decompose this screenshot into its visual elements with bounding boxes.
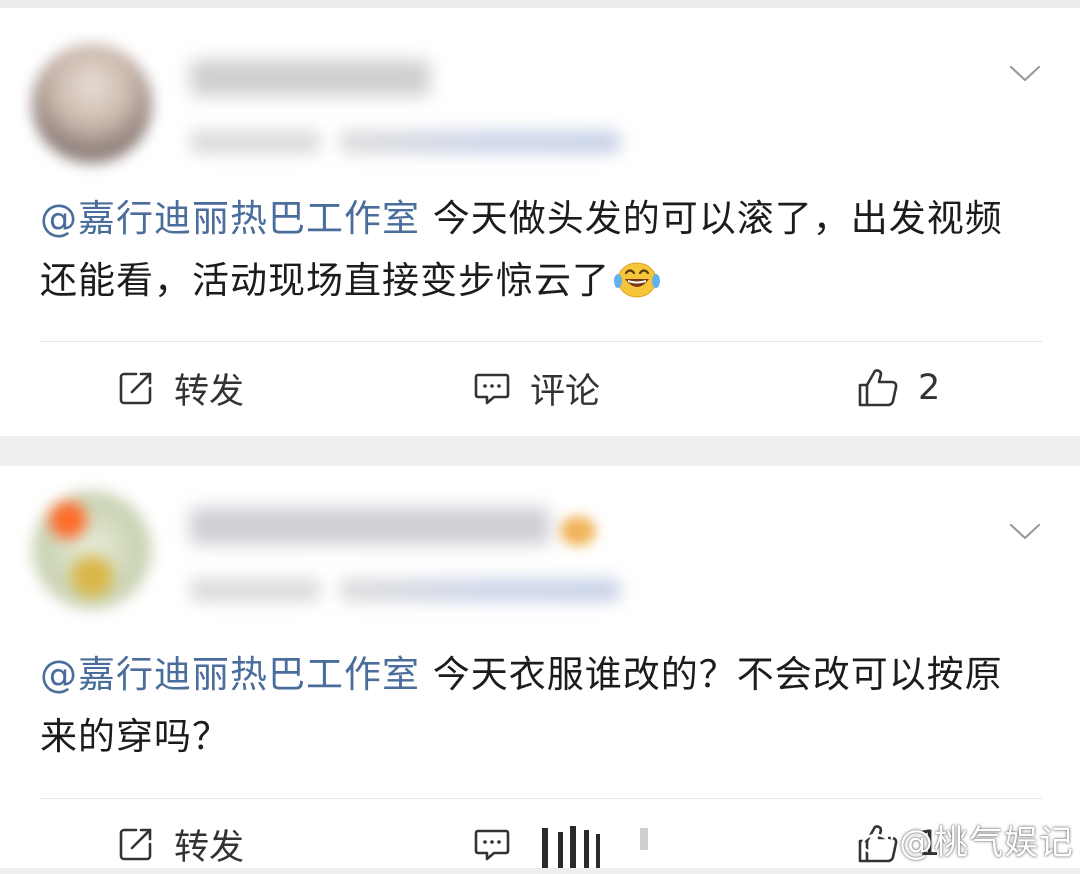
- comment-icon: [474, 829, 510, 861]
- top-separator: [0, 0, 1080, 8]
- watermark: @桃气娱记: [861, 815, 1074, 864]
- comment-text: @嘉行迪丽热巴工作室 今天做头发的可以滚了，出发视频还能看，活动现场直接变步惊云…: [40, 188, 1040, 312]
- mention-link[interactable]: @嘉行迪丽热巴工作室: [40, 197, 420, 240]
- post-time-blurred: [190, 578, 320, 602]
- avatar[interactable]: [32, 44, 152, 164]
- repost-icon: [119, 372, 152, 405]
- repost-icon: [119, 828, 152, 861]
- chevron-down-icon[interactable]: [1008, 56, 1042, 90]
- divider: [40, 798, 1042, 799]
- weibo-logo-icon: [861, 827, 894, 854]
- repost-button[interactable]: 转发: [116, 358, 244, 418]
- comment-text: @嘉行迪丽热巴工作室 今天衣服谁改的？不会改可以按原来的穿吗？: [40, 644, 1040, 768]
- post-source-blurred: [340, 130, 620, 154]
- repost-label: 转发: [174, 371, 245, 412]
- thumbs-up-icon: [858, 369, 898, 407]
- like-count: 2: [918, 368, 941, 408]
- laughing-tears-emoji-icon: [614, 262, 660, 298]
- author-badge-icon: [560, 516, 596, 546]
- mention-link[interactable]: @嘉行迪丽热巴工作室: [40, 653, 420, 696]
- author-name-blurred[interactable]: [190, 60, 430, 96]
- comment-button[interactable]: [472, 814, 530, 874]
- comment-card: @嘉行迪丽热巴工作室 今天做头发的可以滚了，出发视频还能看，活动现场直接变步惊云…: [0, 8, 1080, 436]
- repost-label: 转发: [174, 827, 245, 868]
- like-button[interactable]: 2: [856, 358, 940, 418]
- post-source-blurred: [340, 578, 620, 602]
- author-name-blurred[interactable]: [190, 508, 550, 544]
- comment-label: 评论: [530, 371, 601, 412]
- repost-button[interactable]: 转发: [116, 814, 244, 874]
- comment-icon: [474, 373, 510, 405]
- comment-button[interactable]: 评论: [472, 358, 600, 418]
- comment-label-obscured-icon: [542, 826, 648, 868]
- chevron-down-icon[interactable]: [1008, 514, 1042, 548]
- comment-card: @嘉行迪丽热巴工作室 今天衣服谁改的？不会改可以按原来的穿吗？ 转发 1 @桃气…: [0, 466, 1080, 868]
- watermark-text: @桃气娱记: [899, 823, 1074, 863]
- post-time-blurred: [190, 130, 320, 154]
- divider: [40, 341, 1042, 342]
- avatar[interactable]: [32, 490, 152, 610]
